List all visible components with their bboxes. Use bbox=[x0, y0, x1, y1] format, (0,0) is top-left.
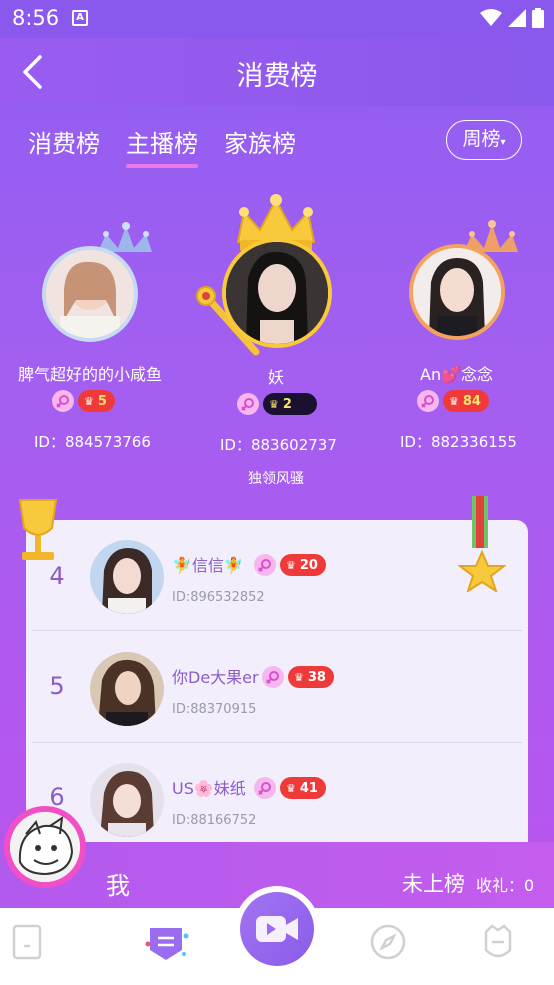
crown-icon: ♛ bbox=[294, 670, 304, 684]
female-gender-icon bbox=[52, 390, 74, 412]
level-badge: ♛ 2 bbox=[263, 393, 317, 415]
avatar[interactable] bbox=[90, 540, 164, 614]
female-gender-icon bbox=[417, 390, 439, 412]
medal-icon bbox=[458, 496, 506, 592]
level-value: 41 bbox=[299, 780, 318, 796]
video-camera-icon bbox=[256, 916, 298, 942]
level-badge: ♛ 20 bbox=[280, 554, 326, 576]
user-id: ID:88370915 bbox=[172, 702, 257, 717]
system-icons bbox=[480, 8, 544, 28]
tab-consumption[interactable]: 消费榜 bbox=[28, 124, 100, 166]
female-gender-icon bbox=[254, 554, 276, 576]
period-dropdown[interactable]: 周榜▾ bbox=[446, 120, 522, 160]
user-name: 🧚信信🧚 bbox=[172, 552, 244, 576]
tab-anchor[interactable]: 主播榜 bbox=[126, 124, 198, 168]
avatar-photo bbox=[46, 250, 134, 338]
user-badges: ♛ 41 bbox=[254, 777, 326, 799]
third-place-avatar[interactable] bbox=[409, 244, 505, 340]
status-bar: 8:56 A bbox=[0, 0, 554, 38]
divider bbox=[32, 630, 522, 631]
third-place-name: An💕念念 bbox=[420, 365, 494, 384]
go-live-button[interactable] bbox=[234, 886, 320, 972]
trophy-icon bbox=[18, 499, 58, 560]
nav-discover-icon[interactable] bbox=[368, 922, 408, 962]
wifi-icon bbox=[480, 9, 502, 26]
second-place-badges: ♛ 5 bbox=[52, 390, 115, 412]
level-value: 2 bbox=[282, 396, 292, 412]
tab-family[interactable]: 家族榜 bbox=[224, 124, 296, 166]
first-place-badges: ♛ 2 bbox=[237, 393, 317, 415]
first-place-motto: 独领风骚 bbox=[248, 471, 304, 487]
nav-profile-icon[interactable] bbox=[478, 922, 518, 962]
crown-icon: ♛ bbox=[449, 394, 459, 408]
user-id: ID:88166752 bbox=[172, 813, 257, 828]
third-place-badges: ♛ 84 bbox=[417, 390, 489, 412]
user-id: ID:896532852 bbox=[172, 590, 265, 605]
my-label: 我 bbox=[106, 872, 130, 900]
avatar-photo bbox=[413, 248, 501, 336]
first-place-name: 妖 bbox=[268, 368, 285, 387]
user-name-text: US🌸妹纸 bbox=[172, 779, 246, 798]
nav-ranking-icon[interactable] bbox=[142, 918, 192, 968]
app-bar: 消费榜 bbox=[0, 38, 554, 106]
avatar-photo bbox=[90, 540, 164, 614]
my-gift-count: 收礼：0 bbox=[476, 876, 535, 895]
user-name: US🌸妹纸 bbox=[172, 775, 246, 799]
crown-icon: ♛ bbox=[269, 397, 279, 411]
avatar-photo bbox=[10, 812, 80, 882]
avatar-photo bbox=[90, 652, 164, 726]
level-badge: ♛ 84 bbox=[443, 390, 489, 412]
female-gender-icon bbox=[237, 393, 259, 415]
user-name-text: 🧚信信🧚 bbox=[172, 556, 244, 575]
user-badges: ♛ 38 bbox=[262, 666, 334, 688]
nav-home-icon[interactable] bbox=[8, 922, 48, 962]
notification-a-icon: A bbox=[72, 10, 88, 26]
rank-number: 4 bbox=[49, 562, 65, 590]
avatar-photo bbox=[226, 242, 328, 344]
list-item[interactable]: 4 🧚信信🧚 ♛ 20 ID:896532852 bbox=[26, 520, 528, 631]
level-value: 5 bbox=[97, 393, 107, 409]
rank-number: 5 bbox=[49, 672, 65, 700]
level-badge: ♛ 38 bbox=[288, 666, 334, 688]
third-place-id: ID：882336155 bbox=[400, 433, 517, 451]
user-name-text: 你De大果er bbox=[172, 668, 259, 687]
crown-icon: ♛ bbox=[84, 394, 94, 408]
crown-icon: ♛ bbox=[286, 781, 296, 795]
level-value: 84 bbox=[462, 393, 481, 409]
avatar[interactable] bbox=[90, 652, 164, 726]
dropdown-caret-icon: ▾ bbox=[500, 137, 506, 148]
second-place-name: 脾气超好的的小咸鱼 bbox=[18, 365, 163, 384]
level-value: 38 bbox=[307, 669, 326, 685]
battery-icon bbox=[532, 8, 544, 28]
avatar-photo bbox=[90, 763, 164, 837]
signal-icon bbox=[508, 9, 526, 27]
first-place-id: ID：883602737 bbox=[220, 436, 337, 454]
list-item[interactable]: 6 US🌸妹纸 ♛ 41 ID:88166752 bbox=[26, 743, 528, 850]
level-badge: ♛ 5 bbox=[78, 390, 115, 412]
female-gender-icon bbox=[262, 666, 284, 688]
my-avatar[interactable] bbox=[4, 806, 86, 888]
user-name: 你De大果er bbox=[172, 664, 259, 688]
second-place-avatar[interactable] bbox=[42, 246, 138, 342]
user-badges: ♛ 20 bbox=[254, 554, 326, 576]
avatar[interactable] bbox=[90, 763, 164, 837]
level-value: 20 bbox=[299, 557, 318, 573]
ranking-list: 4 🧚信信🧚 ♛ 20 ID:896532852 5 你De大果er ♛ 38 ID… bbox=[26, 520, 528, 850]
period-label: 周榜 bbox=[462, 128, 501, 150]
page-title: 消费榜 bbox=[236, 61, 318, 92]
my-rank-status: 未上榜 bbox=[402, 872, 465, 896]
status-time: 8:56 bbox=[12, 6, 60, 30]
level-badge: ♛ 41 bbox=[280, 777, 326, 799]
first-place-avatar[interactable] bbox=[222, 238, 332, 348]
second-place-id: ID：884573766 bbox=[34, 433, 151, 451]
ranking-tabs: 消费榜 主播榜 家族榜 bbox=[28, 124, 296, 168]
female-gender-icon bbox=[254, 777, 276, 799]
list-item[interactable]: 5 你De大果er ♛ 38 ID:88370915 bbox=[26, 632, 528, 743]
crown-icon: ♛ bbox=[286, 558, 296, 572]
